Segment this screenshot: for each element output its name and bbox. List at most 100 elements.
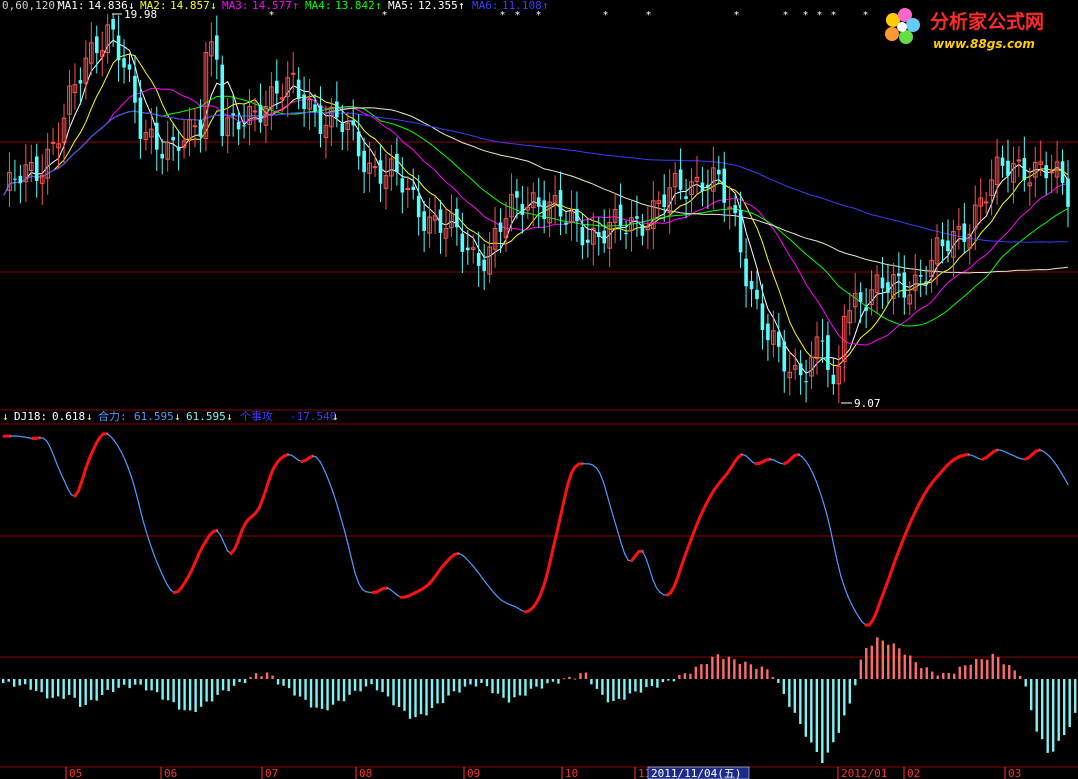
- x-tick-label: 07: [265, 767, 278, 779]
- candle-body-down: [438, 209, 443, 233]
- histogram-bar-negative: [337, 679, 340, 701]
- ma1-arrow: ↓: [128, 0, 135, 12]
- candle-body-down: [378, 160, 383, 184]
- candle-body-down: [1000, 157, 1005, 166]
- histogram-bar-positive: [771, 677, 775, 679]
- ma3-arrow: ↑: [292, 0, 299, 12]
- histogram-bar-positive: [1019, 675, 1022, 679]
- candle-body-down: [236, 121, 241, 130]
- histogram-bar-negative: [518, 679, 522, 696]
- candle-body-up: [290, 72, 296, 75]
- third-label: 个事攻: [240, 409, 273, 423]
- candle-body-down: [596, 232, 601, 238]
- histogram-bar-negative: [480, 679, 483, 683]
- histogram-bar-negative: [403, 679, 406, 711]
- histogram-bar-negative: [485, 679, 489, 687]
- candle-body-down: [1060, 161, 1065, 183]
- histogram-bar-positive: [755, 668, 758, 679]
- candle-body-down: [542, 200, 546, 219]
- candle-body-down: [242, 125, 246, 127]
- candle-body-down: [340, 123, 345, 132]
- histogram-bar-positive: [265, 672, 269, 679]
- histogram-bar-negative: [309, 679, 313, 708]
- candle-body-down: [760, 303, 765, 331]
- histogram-bar-positive: [271, 675, 274, 679]
- x-tick-label: 08: [359, 767, 372, 779]
- heli-arrow-2: ↓: [226, 410, 233, 423]
- histogram-bar-negative: [221, 679, 225, 691]
- histogram-bar-positive: [733, 659, 736, 679]
- histogram-bar-positive: [991, 653, 994, 679]
- histogram-bar-negative: [23, 679, 27, 685]
- histogram-bar-negative: [210, 679, 214, 702]
- candle-body-down: [782, 341, 787, 372]
- ma4-label: MA4:: [305, 0, 332, 12]
- histogram-bar-positive: [584, 672, 588, 679]
- histogram-bar-negative: [111, 679, 115, 692]
- candle-body-down: [220, 64, 225, 136]
- candle-body-down: [138, 97, 143, 139]
- candle-body-down: [749, 281, 754, 290]
- histogram-bar-positive: [980, 659, 983, 679]
- histogram-bar-negative: [67, 679, 71, 695]
- candle-body-down: [356, 131, 361, 157]
- candle-body-down: [1066, 178, 1070, 207]
- histogram-bar-positive: [254, 673, 258, 679]
- histogram-bar-positive: [766, 669, 769, 679]
- histogram-bar-positive: [700, 664, 703, 679]
- candle-body-down: [318, 105, 323, 134]
- histogram-bar-positive: [898, 648, 901, 679]
- histogram-bar-negative: [84, 679, 87, 705]
- third-value: -17.540: [290, 410, 336, 423]
- histogram-bar-positive: [881, 640, 884, 679]
- candle-body-down: [296, 79, 301, 100]
- indicator-arrow-0: ↓: [2, 410, 9, 423]
- candle-body-down: [798, 363, 803, 376]
- histogram-bar-negative: [667, 679, 670, 681]
- candle-body-down: [902, 272, 907, 298]
- histogram-bar-positive: [738, 663, 742, 679]
- histogram-bar-negative: [810, 679, 813, 743]
- histogram-bar-negative: [793, 679, 797, 713]
- histogram-bar-positive: [953, 673, 956, 679]
- histogram-bar-positive: [958, 666, 961, 679]
- histogram-bar-negative: [89, 679, 93, 700]
- logo-url: www.88gs.com: [933, 37, 1035, 51]
- histogram-bar-positive: [749, 664, 753, 679]
- candle-body-up: [50, 141, 56, 144]
- x-tick-label: 06: [164, 767, 177, 779]
- histogram-bar-negative: [298, 679, 302, 697]
- low-marker-label: 9.07: [854, 397, 881, 410]
- histogram-bar-negative: [139, 679, 142, 685]
- chart-background: [0, 0, 1078, 779]
- stock-chart[interactable]: 19.98 9.07 * * * * * * * * * * * * * 0,60,120) MA1: …: [0, 0, 1078, 779]
- histogram-bar-negative: [128, 679, 131, 689]
- candle-body-down: [804, 381, 808, 383]
- histogram-bar-positive: [760, 666, 764, 679]
- candle-body-down: [176, 146, 181, 151]
- candle-body-down: [258, 104, 263, 123]
- histogram-bar-negative: [524, 679, 527, 696]
- ma2-value: 14.857: [170, 0, 210, 12]
- histogram-bar-negative: [205, 679, 208, 702]
- heli-arrow: ↓: [174, 410, 181, 423]
- histogram-bar-negative: [617, 679, 621, 699]
- histogram-bar-negative: [628, 679, 632, 694]
- histogram-bar-negative: [73, 679, 76, 698]
- ma1-label: MA1:: [58, 0, 85, 12]
- heli-segment: [307, 454, 315, 460]
- candle-body-down: [864, 307, 868, 311]
- histogram-bar-negative: [392, 679, 395, 706]
- ma6-label: MA6:: [472, 0, 499, 12]
- histogram-bar-positive: [727, 656, 731, 679]
- histogram-bar-negative: [232, 679, 236, 686]
- histogram-bar-negative: [425, 679, 428, 716]
- x-tick-label: 05: [69, 767, 82, 779]
- candle-body-down: [1022, 158, 1027, 180]
- histogram-bar-negative: [436, 679, 439, 704]
- candle-body-down: [231, 113, 235, 116]
- histogram-bar-positive: [986, 659, 989, 679]
- ma6-arrow: ↑: [542, 0, 549, 12]
- candle-body-down: [133, 75, 137, 103]
- heli-label: 合力:: [98, 409, 127, 423]
